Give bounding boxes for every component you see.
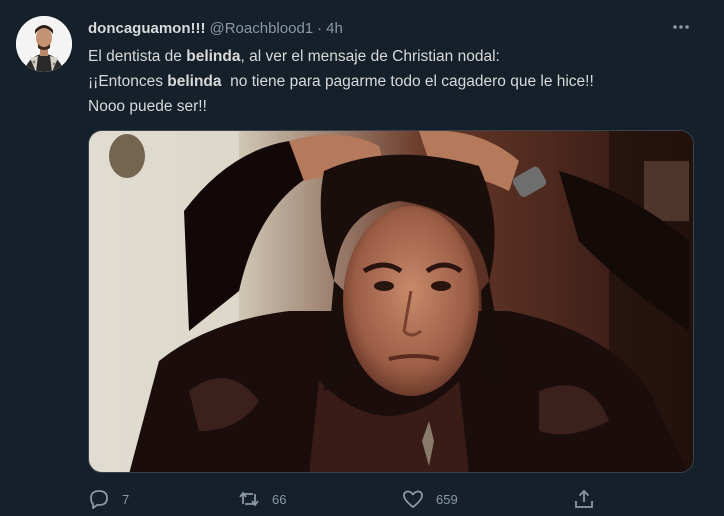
heart-icon (402, 488, 424, 510)
tweet-text: El dentista de belinda, al ver el mensaj… (88, 44, 708, 119)
text-segment: , al ver el mensaje de Christian nodal: (240, 48, 500, 65)
like-count: 659 (436, 491, 458, 507)
tweet-text-line-3: Nooo puede ser!! (88, 98, 207, 115)
tweet-header: doncaguamon!!! @Roachblood1 · 4h (88, 18, 343, 38)
tweet-actions-bar: 7 66 659 (88, 484, 694, 514)
retweet-button[interactable]: 66 (238, 484, 286, 514)
text-segment: El dentista de (88, 48, 187, 65)
share-icon (573, 488, 595, 510)
tweet-card[interactable]: doncaguamon!!! @Roachblood1 · 4h El dent… (0, 0, 724, 516)
more-icon (670, 16, 692, 38)
separator-dot: · (317, 19, 323, 37)
user-handle[interactable]: @Roachblood1 (210, 20, 314, 37)
reply-icon (88, 488, 110, 510)
share-button[interactable] (573, 484, 595, 514)
display-name[interactable]: doncaguamon!!! (88, 20, 206, 37)
tweet-text-line-2: ¡¡Entonces belinda no tiene para pagarme… (88, 69, 708, 94)
text-segment: no tiene para pagarme todo el cagadero q… (221, 73, 594, 90)
tweet-text-line-1: El dentista de belinda, al ver el mensaj… (88, 44, 708, 69)
reply-count: 7 (122, 491, 130, 507)
highlight-keyword: belinda (167, 73, 222, 90)
retweet-icon (238, 488, 260, 510)
reply-button[interactable]: 7 (88, 484, 129, 514)
more-options-button[interactable] (666, 14, 696, 40)
text-segment: ¡¡Entonces (88, 73, 168, 90)
timestamp[interactable]: 4h (326, 20, 343, 37)
retweet-count: 66 (272, 491, 287, 507)
tweet-media-image[interactable] (88, 130, 694, 473)
highlight-keyword: belinda (186, 48, 241, 65)
like-button[interactable]: 659 (402, 484, 458, 514)
avatar[interactable] (16, 16, 72, 72)
